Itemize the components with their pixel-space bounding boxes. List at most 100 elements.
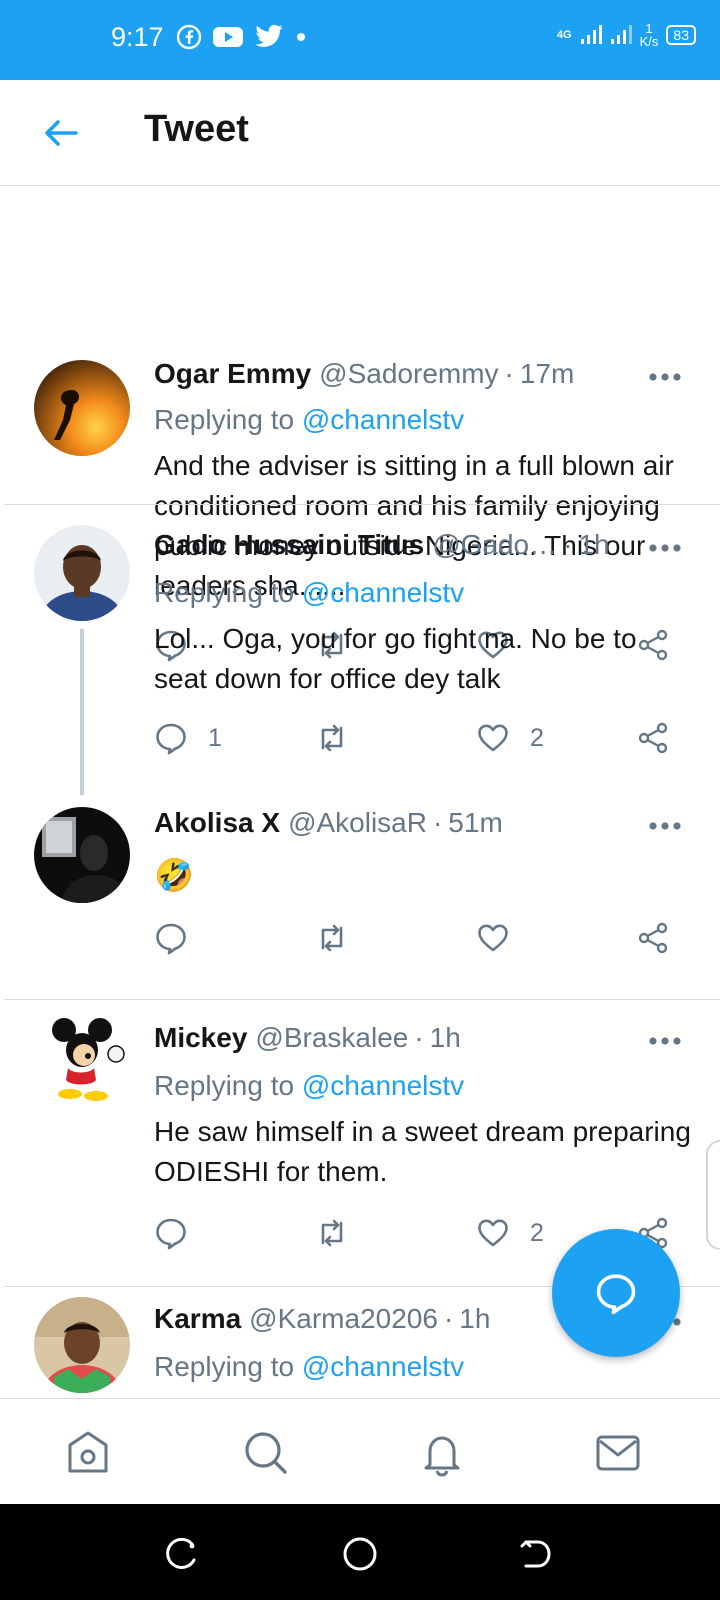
- system-indicators: 4G 1 K/s 83: [557, 22, 696, 48]
- system-navigation: [0, 1504, 720, 1600]
- comment-icon: [156, 1218, 186, 1250]
- tweet-time: 51m: [448, 807, 503, 838]
- mention-link[interactable]: @channelstv: [302, 1070, 464, 1101]
- notification-icons: [176, 24, 308, 50]
- reply-count: 1: [208, 723, 222, 752]
- share-button[interactable]: [636, 721, 670, 755]
- replying-to: Replying to @channelstv: [154, 1070, 465, 1101]
- tweet-time: 1h: [459, 1303, 491, 1334]
- author-name[interactable]: Mickey: [154, 1022, 247, 1054]
- share-icon: [638, 922, 668, 954]
- replying-to: Replying to @channelstv: [154, 1351, 465, 1382]
- recent-apps-icon[interactable]: [162, 1534, 202, 1574]
- tweet-header: Mickey @Braskalee · 1h: [154, 1022, 680, 1054]
- edge-panel-handle[interactable]: [706, 1140, 720, 1250]
- author-name[interactable]: Gado Hussaini Titus: [154, 529, 424, 561]
- reply-feed[interactable]: Ogar Emmy @Sadoremmy · 17m Replying to @…: [0, 186, 720, 1398]
- facebook-icon: [176, 24, 202, 50]
- page-title: Tweet: [144, 108, 249, 150]
- retweet-icon: [321, 1219, 343, 1247]
- signal-2-icon: [610, 25, 632, 44]
- more-options-icon[interactable]: [648, 1036, 682, 1046]
- retweet-icon: [321, 924, 343, 952]
- compose-reply-button[interactable]: [552, 1229, 680, 1357]
- tweet-text: He saw himself in a sweet dream preparin…: [154, 1116, 691, 1187]
- twitter-icon: [255, 24, 283, 47]
- author-handle: @Karma20206: [249, 1303, 438, 1334]
- tweet-time: 17m: [519, 358, 575, 389]
- tweet-time: 1h: [578, 529, 610, 560]
- network-type: 4G: [556, 29, 572, 41]
- reply-button[interactable]: 1: [154, 721, 222, 755]
- mention-link[interactable]: @channelstv: [302, 404, 464, 435]
- tweet-text: Lol... Oga, you for go fight na. No be t…: [154, 623, 637, 694]
- tweet-actions: 1 2: [0, 721, 720, 761]
- avatar[interactable]: [34, 807, 130, 903]
- avatar[interactable]: [34, 1010, 130, 1106]
- tweet-text: 🤣: [154, 857, 194, 893]
- tweet-header: Ogar Emmy @Sadoremmy · 17m: [154, 358, 680, 390]
- reply-button[interactable]: [154, 921, 208, 955]
- thread-line: [80, 629, 84, 795]
- tweet-header: Akolisa X @AkolisaR · 51m: [154, 807, 680, 839]
- share-icon: [638, 722, 668, 754]
- like-count: 2: [530, 1218, 544, 1247]
- separator-dot: ·: [414, 1022, 424, 1053]
- search-icon[interactable]: [242, 1429, 290, 1477]
- more-options-icon[interactable]: [648, 543, 682, 553]
- like-button[interactable]: [476, 921, 530, 955]
- tweet[interactable]: Gado Hussaini Titus @Gado… · 1h Replying…: [0, 505, 720, 795]
- tweet[interactable]: Akolisa X @AkolisaR · 51m 🤣: [0, 795, 720, 975]
- separator-dot: ·: [563, 529, 573, 560]
- home-icon[interactable]: [64, 1429, 112, 1477]
- signal-icon: [580, 25, 602, 44]
- tweet-header: Gado Hussaini Titus @Gado… · 1h: [154, 529, 680, 561]
- author-name[interactable]: Akolisa X: [154, 807, 280, 839]
- back-button-icon[interactable]: [516, 1534, 556, 1574]
- avatar[interactable]: [34, 1297, 130, 1393]
- mail-icon[interactable]: [594, 1429, 642, 1477]
- avatar[interactable]: [34, 525, 130, 621]
- comment-icon: [156, 923, 186, 955]
- author-name[interactable]: Ogar Emmy: [154, 358, 311, 390]
- heart-icon: [478, 1219, 508, 1247]
- replying-to: Replying to @channelstv: [154, 404, 465, 435]
- dot-indicator-icon: [297, 33, 305, 41]
- network-speed: 1 K/s: [639, 21, 659, 49]
- status-bar: 9:17 4G 1 K/s 83: [0, 0, 720, 80]
- separator-dot: ·: [443, 1303, 454, 1334]
- heart-icon: [478, 724, 508, 752]
- share-button[interactable]: [636, 921, 670, 955]
- bell-icon[interactable]: [418, 1429, 466, 1477]
- replying-to: Replying to @channelstv: [154, 577, 465, 608]
- separator-dot: ·: [432, 807, 443, 838]
- mention-link[interactable]: @channelstv: [302, 1351, 464, 1382]
- heart-icon: [478, 924, 508, 952]
- like-count: 2: [530, 723, 544, 752]
- app-bar: Tweet: [0, 80, 720, 186]
- like-button[interactable]: 2: [476, 1216, 544, 1250]
- tweet-time: 1h: [429, 1022, 461, 1053]
- comment-icon: [156, 723, 186, 755]
- retweet-button[interactable]: [315, 1216, 349, 1250]
- retweet-button[interactable]: [315, 921, 349, 955]
- author-name[interactable]: Karma: [154, 1303, 241, 1335]
- battery-indicator: 83: [666, 25, 696, 45]
- back-arrow-icon[interactable]: [40, 112, 82, 154]
- like-button[interactable]: 2: [476, 721, 544, 755]
- bottom-navigation: [0, 1398, 720, 1504]
- author-handle: @Sadoremmy: [319, 358, 499, 389]
- retweet-button[interactable]: [315, 721, 349, 755]
- retweet-icon: [321, 724, 343, 752]
- separator-dot: ·: [504, 358, 514, 389]
- mention-link[interactable]: @channelstv: [302, 577, 464, 608]
- reply-button[interactable]: [154, 1216, 208, 1250]
- author-handle: @Braskalee: [255, 1022, 409, 1053]
- avatar[interactable]: [34, 360, 130, 456]
- home-button-icon[interactable]: [340, 1534, 380, 1574]
- status-time: 9:17: [111, 22, 164, 52]
- more-options-icon[interactable]: [648, 821, 682, 831]
- author-handle: @Gado…: [432, 529, 558, 560]
- more-options-icon[interactable]: [648, 372, 682, 382]
- comment-icon: [596, 1274, 636, 1315]
